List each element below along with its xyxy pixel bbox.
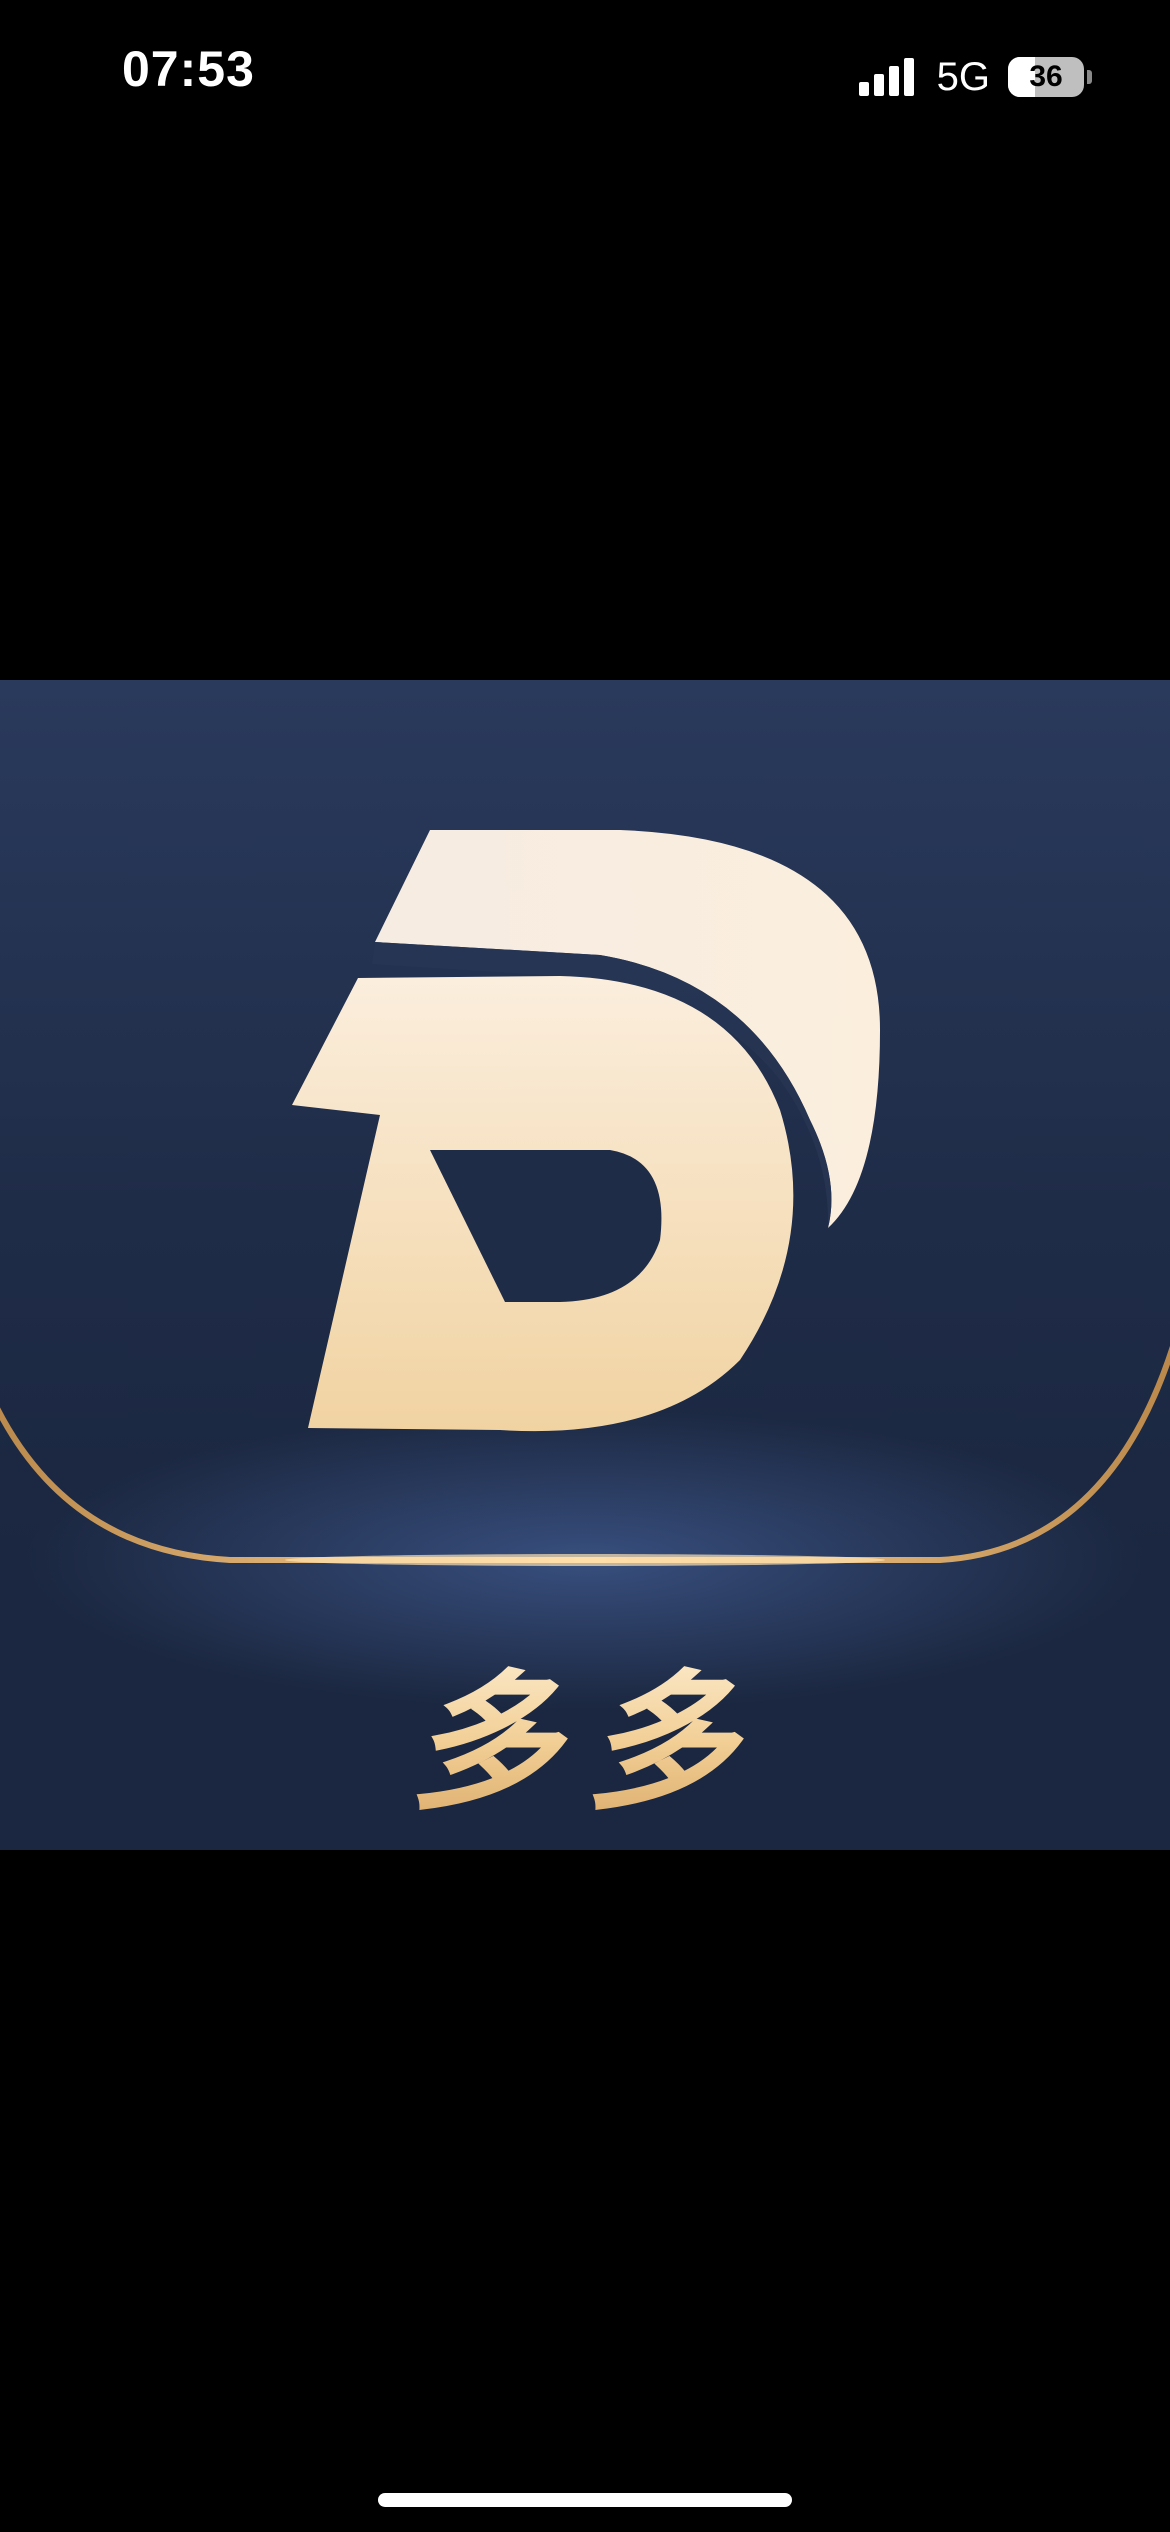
cellular-signal-icon — [858, 58, 919, 96]
home-indicator-bar[interactable] — [378, 2493, 792, 2507]
battery-level: 36 — [1029, 60, 1063, 93]
logo-caption: 多多 — [0, 1622, 1170, 1839]
app-logo-image: 多多 — [0, 680, 1170, 1850]
battery-tip — [1087, 70, 1092, 84]
status-bar: 07:53 5G 36 — [0, 0, 1170, 150]
network-type: 5G — [936, 55, 990, 99]
battery-icon: 36 — [1008, 57, 1084, 97]
status-indicators: 5G 36 — [858, 52, 1092, 102]
status-time: 07:53 — [122, 41, 255, 97]
logo-frame-highlight — [285, 1554, 885, 1566]
